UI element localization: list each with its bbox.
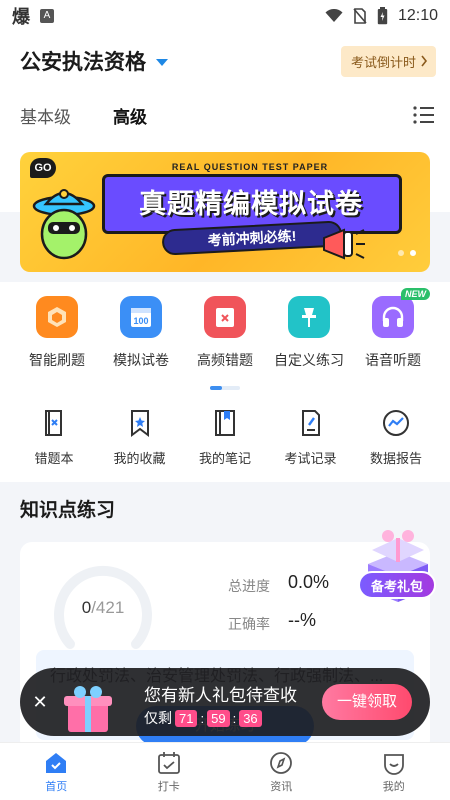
smart-practice-icon: [36, 296, 78, 338]
list-menu-icon[interactable]: [412, 105, 436, 125]
close-icon[interactable]: ✕: [28, 690, 52, 714]
nav-news[interactable]: 资讯: [225, 743, 338, 800]
custom-practice-label: 自定义练习: [274, 352, 344, 368]
nav-profile[interactable]: 我的: [338, 743, 450, 800]
countdown-minutes: 59: [207, 709, 230, 727]
banner-title: 真题精编模拟试卷: [139, 189, 363, 219]
exam-countdown-button[interactable]: 考试倒计时: [340, 45, 436, 77]
wrong-book-button[interactable]: 错题本: [12, 408, 96, 467]
nav-home[interactable]: 首页: [0, 743, 113, 800]
bottom-nav: 首页 打卡 资讯 我的: [0, 742, 450, 800]
gift-pack-button[interactable]: 备考礼包: [358, 571, 436, 599]
profile-icon: [383, 754, 404, 775]
smart-practice-button[interactable]: 智能刷题: [16, 296, 98, 370]
exam-title[interactable]: 公安执法资格: [20, 46, 146, 76]
go-badge: GO: [30, 158, 56, 178]
knowledge-section-title: 知识点练习: [20, 500, 116, 521]
nav-home-label: 首页: [45, 781, 68, 793]
banner-pagination: [398, 250, 416, 256]
new-badge: NEW: [401, 288, 430, 300]
countdown-label: 考试倒计时: [350, 54, 416, 70]
my-notes-button[interactable]: 我的笔记: [183, 408, 267, 467]
progress-label: 总进度: [228, 578, 270, 594]
frequent-wrong-icon: [204, 296, 246, 338]
grid-pager: [210, 386, 240, 390]
data-report-label: 数据报告: [369, 451, 422, 466]
accuracy-value: --%: [288, 610, 316, 630]
audio-practice-label: 语音听题: [365, 352, 421, 368]
home-icon: [46, 753, 67, 773]
custom-practice-button[interactable]: 自定义练习: [268, 296, 350, 370]
my-favorites-label: 我的收藏: [113, 451, 166, 466]
tab-advanced-level[interactable]: 高级: [113, 103, 147, 132]
toast-countdown: 仅剩 71 : 59 : 36: [144, 708, 262, 728]
nav-news-label: 资讯: [270, 781, 293, 793]
mock-exam-label: 模拟试卷: [113, 352, 169, 368]
svg-text:100: 100: [133, 316, 148, 326]
status-bar: 爆 A 12:10: [0, 0, 450, 32]
wifi-icon: [325, 9, 343, 22]
claim-gift-button[interactable]: 一键领取: [322, 684, 412, 720]
audio-practice-button[interactable]: NEW 语音听题: [352, 288, 434, 370]
my-notes-label: 我的笔记: [198, 451, 251, 466]
countdown-seconds: 36: [239, 709, 262, 727]
mascot-illustration: [32, 189, 96, 260]
wrong-book-label: 错题本: [34, 451, 74, 466]
mock-exam-icon: 100: [120, 296, 162, 338]
progress-total: /421: [91, 598, 125, 617]
no-sim-icon: [353, 8, 367, 24]
tab-basic-level[interactable]: 基本级: [20, 103, 71, 128]
progress-done: 0: [81, 598, 92, 617]
compass-icon: [270, 752, 293, 774]
accuracy-label: 正确率: [228, 616, 270, 632]
smart-practice-label: 智能刷题: [29, 352, 85, 368]
bookmark-icon: [130, 410, 149, 437]
progress-count: 0/421: [48, 598, 158, 618]
custom-practice-icon: [288, 296, 330, 338]
chevron-down-icon[interactable]: [156, 59, 168, 66]
exam-record-label: 考试记录: [284, 451, 337, 466]
data-report-button[interactable]: 数据报告: [354, 408, 438, 467]
headphones-icon: [372, 296, 414, 338]
toast-title: 您有新人礼包待查收: [144, 686, 297, 705]
nav-checkin-label: 打卡: [157, 781, 180, 793]
promo-banner[interactable]: GO REAL QUESTION TEST PAPER 真题精编模拟试卷 考前冲…: [20, 152, 430, 272]
new-user-gift-toast: ✕ 您有新人礼包待查收 仅剩 71 : 59 : 36 一键领取: [20, 668, 430, 736]
remain-label: 仅剩: [144, 710, 172, 726]
status-notification-icon: A: [40, 9, 54, 23]
calendar-checkin-icon: [157, 752, 180, 774]
status-time: 12:10: [397, 7, 438, 24]
exam-record-button[interactable]: 考试记录: [269, 408, 353, 467]
frequent-wrong-button[interactable]: 高频错题: [184, 296, 266, 370]
gift-icon: [64, 686, 112, 732]
function-grid: 智能刷题 100 模拟试卷 高频错题 自定义练习 NEW 语音听题 错题本 我的…: [0, 282, 450, 482]
megaphone-icon: [323, 228, 365, 260]
wrong-book-icon: [45, 410, 62, 436]
status-app-glyph: 爆: [12, 7, 30, 27]
nav-checkin[interactable]: 打卡: [113, 743, 226, 800]
frequent-wrong-label: 高频错题: [197, 352, 253, 368]
my-favorites-button[interactable]: 我的收藏: [98, 408, 182, 467]
mock-exam-button[interactable]: 100 模拟试卷: [100, 296, 182, 370]
battery-icon: [377, 7, 388, 25]
exam-record-icon: [301, 410, 320, 436]
progress-value: 0.0%: [288, 572, 330, 592]
notes-icon: [215, 410, 235, 436]
data-report-icon: [383, 410, 409, 436]
chevron-right-icon: [421, 55, 428, 67]
countdown-hours: 71: [175, 709, 198, 727]
nav-profile-label: 我的: [382, 781, 405, 793]
